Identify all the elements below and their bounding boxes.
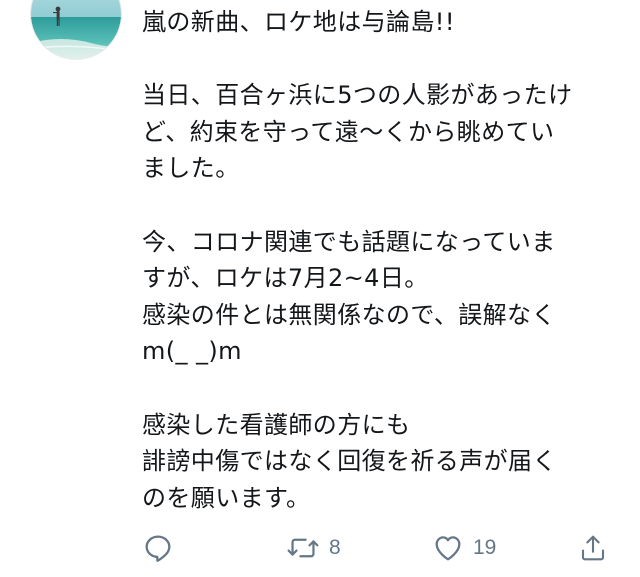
tweet-line: 感染した看護師の方にも — [142, 410, 411, 439]
retweet-count: 8 — [329, 536, 341, 559]
avatar-photo — [31, 0, 121, 59]
like-button[interactable]: 19 — [432, 528, 496, 568]
avatar[interactable] — [30, 0, 122, 60]
tweet-line: ました。 — [142, 154, 240, 183]
reply-icon — [145, 535, 171, 562]
tweet-line: ど、約束を守って遠〜くから眺めてい — [142, 117, 555, 146]
retweet-icon — [287, 538, 319, 558]
tweet-line: すが、ロケは7月2~4日。 — [142, 264, 429, 293]
tweet-text: 嵐の新曲、ロケ地は与論島!! 当日、百合ヶ浜に5つの人影があったけ ど、約束を守… — [142, 4, 622, 516]
tweet-line: 当日、百合ヶ浜に5つの人影があったけ — [142, 81, 573, 110]
retweet-button[interactable]: 8 — [286, 528, 341, 568]
tweet-actions: 8 19 — [0, 528, 640, 568]
tweet-line: のを願います。 — [142, 483, 311, 512]
tweet-line: 誹謗中傷ではなく回復を祈る声が届く — [142, 447, 557, 476]
heart-icon — [435, 536, 461, 561]
tweet-line: 感染の件とは無関係なので、誤解なく — [142, 300, 556, 329]
tweet-line: 嵐の新曲、ロケ地は与論島!! — [142, 8, 455, 36]
share-button[interactable] — [578, 528, 608, 568]
reply-button[interactable] — [142, 528, 174, 568]
tweet-line: m(_ _)m — [142, 337, 242, 366]
tweet-line: 今、コロナ関連でも話題になっていま — [142, 227, 556, 256]
share-icon — [581, 535, 605, 561]
like-count: 19 — [473, 536, 497, 559]
